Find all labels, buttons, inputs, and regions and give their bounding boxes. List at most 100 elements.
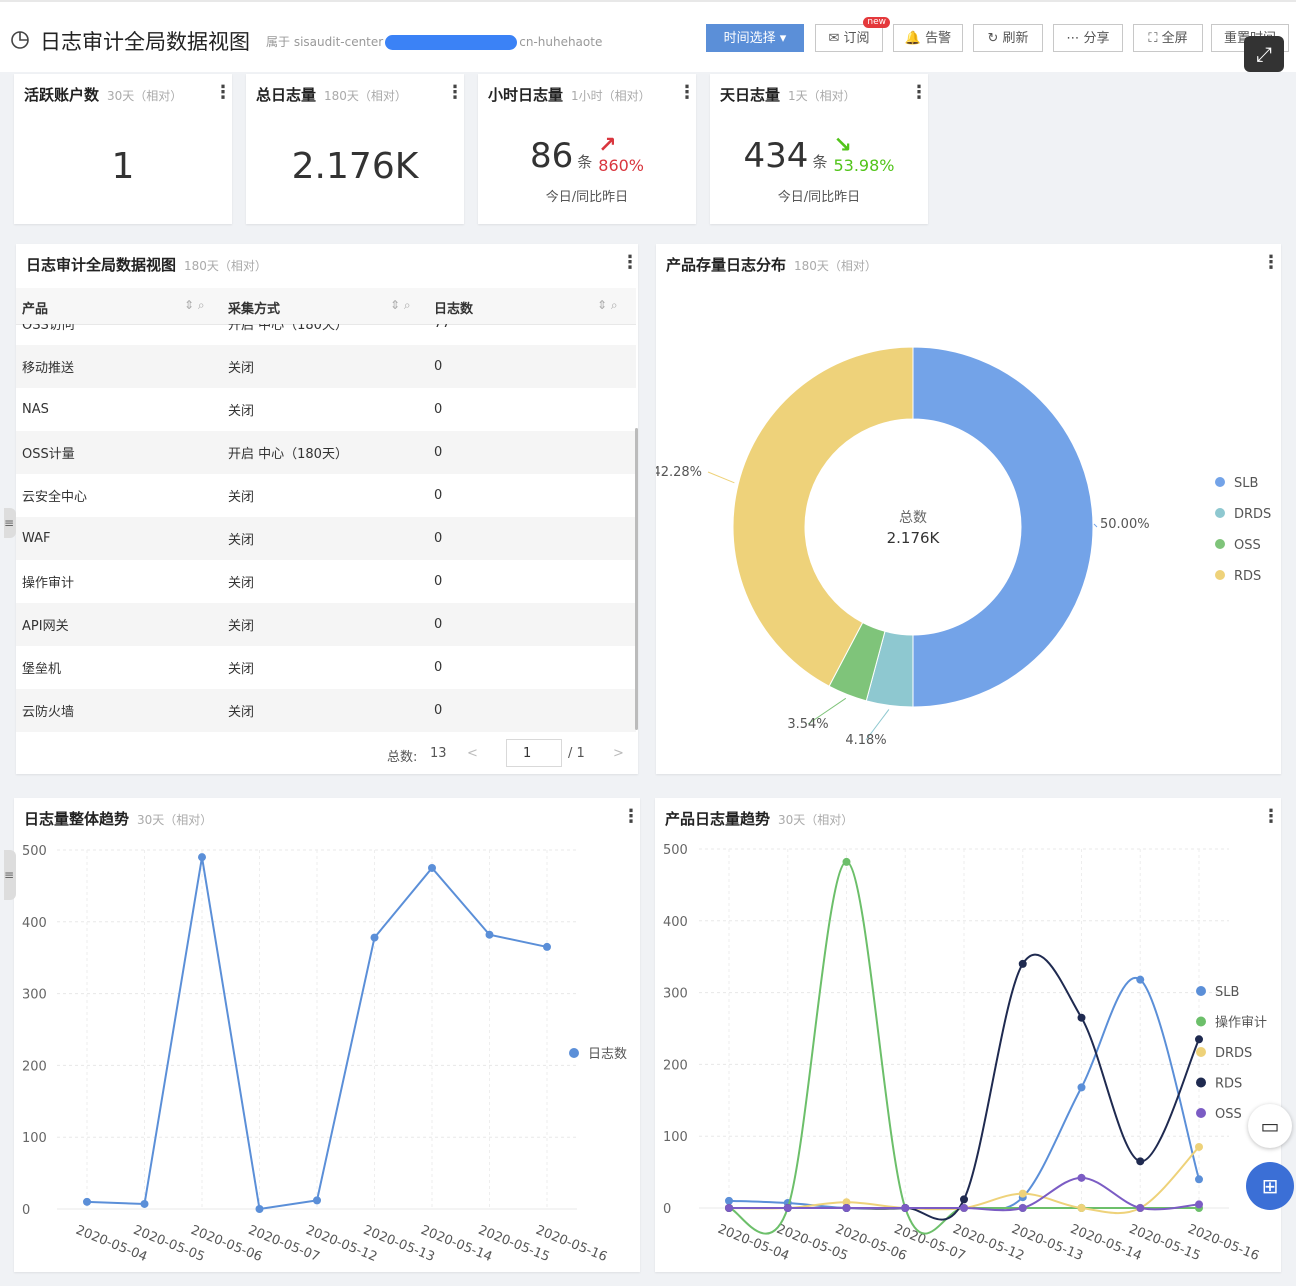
more-menu-icon[interactable]: ⋮ <box>910 84 928 102</box>
more-menu-icon[interactable]: ⋮ <box>214 84 232 102</box>
refresh-button[interactable]: ↻ 刷新 <box>973 24 1043 52</box>
table-row[interactable]: 操作审计 关闭 0 <box>16 560 636 603</box>
legend-item[interactable]: 操作审计 <box>1215 1015 1267 1031</box>
table-body[interactable]: OSS访问开启 中心（180天）77移动推送关闭0NAS关闭0OSS计量开启 中… <box>16 324 636 732</box>
data-point[interactable] <box>1018 959 1027 968</box>
pager-total: 13 <box>430 746 447 761</box>
data-point[interactable] <box>543 942 551 951</box>
data-point[interactable] <box>1077 1204 1086 1212</box>
pie-chart-icon <box>11 31 29 49</box>
widget-grid-icon[interactable]: ⊞ <box>1246 1162 1294 1210</box>
legend-item-oss[interactable]: OSS <box>1234 538 1261 553</box>
donut-slice-slb[interactable] <box>912 346 1094 708</box>
cell-collect-mode: 关闭 <box>228 533 255 548</box>
table-row[interactable]: 堡垒机 关闭 0 <box>16 646 636 689</box>
table-row[interactable]: NAS 关闭 0 <box>16 388 636 431</box>
legend-item-rds[interactable]: RDS <box>1234 569 1261 584</box>
data-point[interactable] <box>428 863 436 872</box>
column-collect-mode[interactable]: 采集方式 <box>228 298 280 317</box>
data-point[interactable] <box>960 1204 968 1212</box>
side-drag-handle[interactable]: ≡ <box>4 850 16 900</box>
data-point[interactable] <box>313 1196 321 1205</box>
donut-center-label: 总数 <box>899 510 927 526</box>
pager-prev-button[interactable]: < <box>467 746 478 761</box>
data-point[interactable] <box>1195 1142 1203 1151</box>
data-point[interactable] <box>83 1197 91 1206</box>
more-menu-icon[interactable]: ⋮ <box>446 84 464 102</box>
data-point[interactable] <box>1077 1013 1086 1022</box>
legend-item[interactable]: RDS <box>1215 1077 1242 1092</box>
data-point[interactable] <box>370 933 379 942</box>
legend-item[interactable]: OSS <box>1215 1107 1242 1122</box>
kpi-change: 860% <box>598 156 645 175</box>
chat-icon[interactable]: ▭ <box>1248 1104 1292 1148</box>
legend-item-drds[interactable]: DRDS <box>1234 507 1271 522</box>
table-row[interactable]: OSS计量 开启 中心（180天） 0 <box>16 431 636 474</box>
y-tick-label: 0 <box>663 1202 671 1217</box>
expand-icon[interactable]: ⤢ <box>1244 36 1284 72</box>
kpi-card-total-logs: 总日志量 180天（相对） ⋮ 2.176K <box>246 74 464 224</box>
table-row[interactable]: 移动推送 关闭 0 <box>16 345 636 388</box>
data-point[interactable] <box>725 1204 733 1212</box>
data-point[interactable] <box>1195 1035 1203 1044</box>
table-row[interactable]: WAF 关闭 0 <box>16 517 636 560</box>
legend-dot <box>569 1048 579 1058</box>
data-point[interactable] <box>485 930 494 939</box>
kpi-value: 86 <box>529 136 574 176</box>
data-point[interactable] <box>842 1204 851 1212</box>
legend-item[interactable]: DRDS <box>1215 1046 1252 1061</box>
donut-slice-label: 42.28% <box>656 465 702 480</box>
redacted-block <box>385 35 518 50</box>
donut-center-value: 2.176K <box>887 529 941 547</box>
legend-item[interactable]: 日志数 <box>588 1047 627 1062</box>
pager-next-button[interactable]: > <box>613 746 624 761</box>
data-point[interactable] <box>783 1204 792 1212</box>
data-point[interactable] <box>725 1196 733 1205</box>
pager-page-input[interactable]: 1 <box>506 739 562 767</box>
y-tick-label: 300 <box>22 988 47 1003</box>
data-point[interactable] <box>1195 1175 1203 1184</box>
data-point[interactable] <box>140 1199 149 1208</box>
table-row[interactable]: 云防火墙 关闭 0 <box>16 689 636 732</box>
legend-item-slb[interactable]: SLB <box>1234 476 1258 491</box>
data-point[interactable] <box>960 1195 968 1204</box>
subscribe-button[interactable]: ✉ 订阅 new <box>815 17 890 52</box>
data-point[interactable] <box>1018 1204 1027 1212</box>
data-point[interactable] <box>1136 975 1145 984</box>
donut-slice-label: 4.18% <box>845 733 886 748</box>
table-scrollbar[interactable] <box>635 428 638 730</box>
fullscreen-button[interactable]: ⛶ 全屏 <box>1133 24 1203 52</box>
product-table-panel: 日志审计全局数据视图 180天（相对） ⋮ 产品 ⇕ ⌕ 采集方式 ⇕ ⌕ 日志数… <box>16 244 638 774</box>
project-region: cn-huhehaote <box>519 35 603 49</box>
data-point[interactable] <box>1195 1200 1203 1209</box>
table-row[interactable]: API网关 关闭 0 <box>16 603 636 646</box>
data-point[interactable] <box>198 853 206 862</box>
more-menu-icon[interactable]: ⋮ <box>621 254 638 272</box>
share-button[interactable]: ⋯ 分享 <box>1053 24 1123 52</box>
sort-search-icon[interactable]: ⇕ ⌕ <box>184 298 205 313</box>
data-point[interactable] <box>255 1205 264 1213</box>
data-point[interactable] <box>842 857 851 866</box>
data-point[interactable] <box>901 1204 910 1212</box>
data-point[interactable] <box>1077 1083 1086 1092</box>
legend-item[interactable]: SLB <box>1215 985 1239 1000</box>
cell-log-count: 0 <box>434 359 443 374</box>
sort-search-icon[interactable]: ⇕ ⌕ <box>597 298 618 313</box>
column-product[interactable]: 产品 <box>22 298 48 317</box>
sort-search-icon[interactable]: ⇕ ⌕ <box>390 298 411 313</box>
cell-log-count: 0 <box>434 703 443 718</box>
time-select-button[interactable]: 时间选择 ▾ <box>706 24 804 52</box>
alert-button[interactable]: 🔔 告警 <box>893 24 963 52</box>
cell-log-count: 0 <box>434 531 443 546</box>
kpi-card-daily-logs: 天日志量 1天（相对） ⋮ 434 条 ↘ 53.98% 今日/同比昨日 <box>710 74 928 224</box>
data-point[interactable] <box>1136 1204 1145 1212</box>
data-point[interactable] <box>1136 1157 1145 1166</box>
table-row[interactable]: 云安全中心 关闭 0 <box>16 474 636 517</box>
data-point[interactable] <box>1077 1173 1086 1182</box>
data-point[interactable] <box>1018 1189 1027 1198</box>
more-menu-icon[interactable]: ⋮ <box>678 84 696 102</box>
side-drag-handle[interactable]: ≡ <box>4 508 16 538</box>
table-row[interactable]: OSS访问 开启 中心（180天） 77 <box>16 324 636 345</box>
cell-product: API网关 <box>22 619 69 634</box>
column-log-count[interactable]: 日志数 <box>434 298 473 317</box>
